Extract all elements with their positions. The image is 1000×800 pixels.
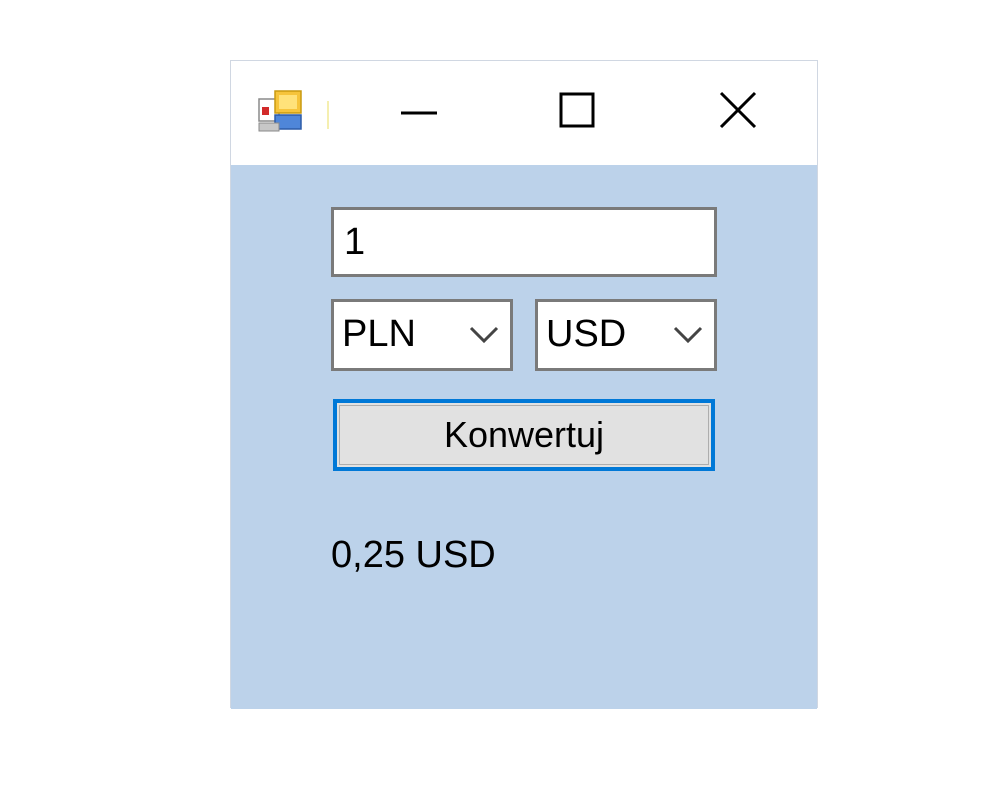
window-title (327, 101, 329, 129)
convert-button-label: Konwertuj (443, 414, 605, 455)
minimize-button[interactable] (379, 77, 459, 149)
result-label: 0,25 USD (331, 534, 496, 576)
app-icon[interactable] (257, 87, 307, 135)
app-window: PLN USD Konwertuj 0,25 USD (230, 60, 818, 709)
maximize-button[interactable] (537, 77, 617, 149)
close-button[interactable] (699, 77, 779, 149)
convert-button[interactable]: Konwertuj (333, 399, 715, 471)
chevron-down-icon[interactable] (672, 324, 704, 346)
form-client-area: PLN USD Konwertuj 0,25 USD (231, 165, 817, 709)
title-bar[interactable] (231, 61, 817, 165)
from-currency-value: PLN (342, 313, 416, 355)
amount-input[interactable] (331, 207, 717, 277)
chevron-down-icon[interactable] (468, 324, 500, 346)
to-currency-select[interactable]: USD (535, 299, 717, 371)
from-currency-select[interactable]: PLN (331, 299, 513, 371)
to-currency-value: USD (546, 313, 627, 355)
